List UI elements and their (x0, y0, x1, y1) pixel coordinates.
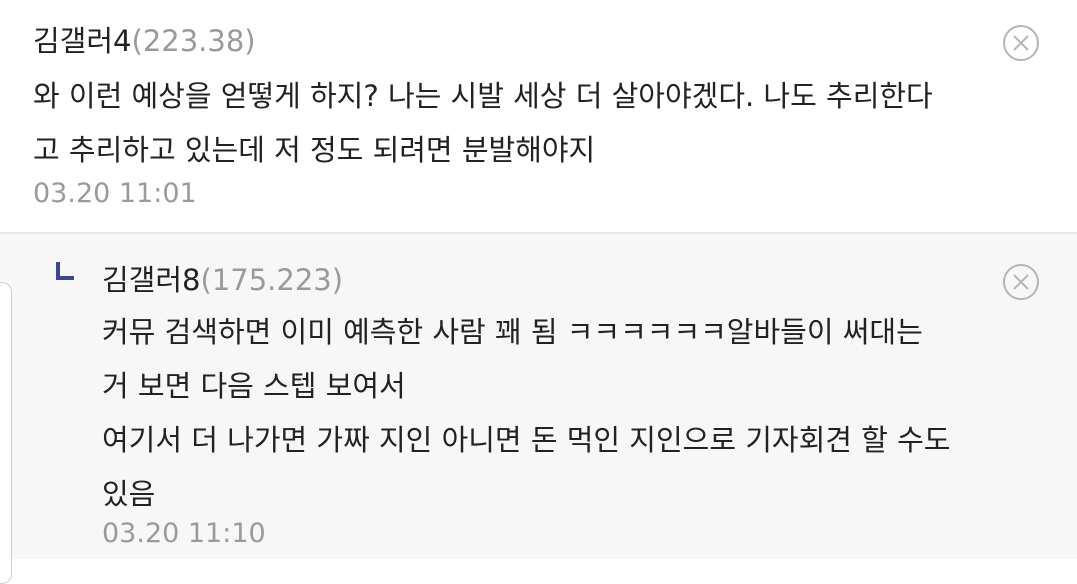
reply-line: 여기서 더 나가면 가짜 지인 아니면 돈 먹인 지인으로 기자회견 할 수도 (102, 423, 951, 457)
comment-date: 03.20 11:01 (33, 178, 197, 209)
comment-line: 고 추리하고 있는데 저 정도 되려면 분발해야지 (33, 133, 596, 167)
reply-nickname[interactable]: 김갤러8 (102, 263, 201, 297)
comment-body: 와 이런 예상을 얻떻게 하지? 나는 시발 세상 더 살아야겠다. 나도 추리… (33, 69, 933, 177)
comment-line: 와 이런 예상을 얻떻게 하지? 나는 시발 세상 더 살아야겠다. 나도 추리… (33, 79, 933, 113)
reply-date: 03.20 11:10 (102, 518, 266, 549)
reply-body: 커뮤 검색하면 이미 예측한 사람 꽤 됨 ㅋㅋㅋㅋㅋㅋ알바들이 써대는 거 보… (102, 305, 950, 521)
reply-line: 커뮤 검색하면 이미 예측한 사람 꽤 됨 ㅋㅋㅋㅋㅋㅋ알바들이 써대는 (102, 315, 923, 349)
comment-delete-button[interactable] (1002, 24, 1040, 62)
comment: 김갤러4(223.38) 와 이런 예상을 얻떻게 하지? 나는 시발 세상 더… (0, 0, 1077, 232)
close-circle-icon (1003, 25, 1039, 61)
comment-nickname[interactable]: 김갤러4 (33, 24, 132, 58)
reply-arrow-icon (56, 262, 74, 280)
reply-author: 김갤러8(175.223) (102, 257, 343, 299)
comment-author: 김갤러4(223.38) (33, 18, 256, 60)
reply-line: 거 보면 다음 스텝 보여서 (102, 369, 406, 403)
reply-line: 있음 (102, 477, 156, 511)
comment-ip: (223.38) (131, 24, 256, 58)
reply-delete-button[interactable] (1002, 263, 1040, 301)
close-circle-icon (1003, 264, 1039, 300)
scroll-edge (0, 282, 12, 584)
reply-ip: (175.223) (200, 263, 344, 297)
